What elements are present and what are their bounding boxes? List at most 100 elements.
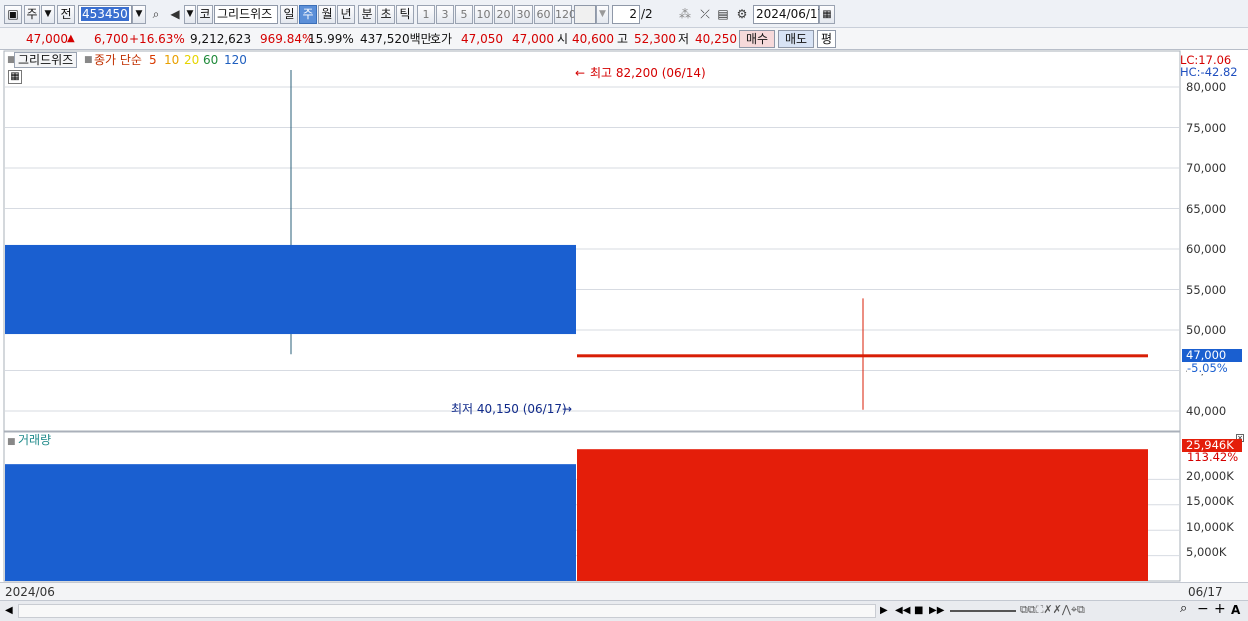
y-tick-60000: 60,000: [1186, 242, 1227, 256]
bottom-toolbar: ◀ ▶ ◀◀ ■ ▶▶ ⧉⧉⛶✗✗⋀⌖⧉ ⌕ − + A: [0, 600, 1248, 621]
volume-value: 9,212,623: [190, 32, 252, 46]
code-value: 453450: [81, 7, 129, 21]
stop-icon[interactable]: ■: [914, 604, 923, 618]
sell-button[interactable]: 매도: [778, 30, 814, 48]
quote-bar: 47,000 ▲ 6,700 +16.63% 9,212,623 969.84%…: [0, 28, 1248, 50]
period-minute-button[interactable]: 분: [358, 5, 376, 24]
vol-tick-15000k: 15,000K: [1186, 494, 1234, 508]
volume-bar: [5, 464, 576, 581]
vol-tick-5000k: 5,000K: [1186, 545, 1227, 559]
horizontal-scrollbar[interactable]: [18, 604, 876, 618]
low-price: 40,250: [695, 32, 737, 46]
zoom-in-icon[interactable]: +: [1214, 602, 1226, 616]
y-tick-80000: 80,000: [1186, 80, 1227, 94]
code-input[interactable]: 453450: [78, 5, 132, 24]
interval-20-button[interactable]: 20: [494, 5, 513, 24]
low-label: 저: [678, 32, 690, 46]
search-icon[interactable]: ⌕: [147, 5, 165, 24]
current-volume-pct: 113.42%: [1187, 450, 1239, 464]
date-axis-left: 2024/06: [5, 585, 55, 599]
ma-bullet-icon: ■: [84, 55, 93, 65]
y-tick-55000: 55,000: [1186, 283, 1227, 297]
eval-button[interactable]: 평: [817, 30, 836, 48]
price-legend-name[interactable]: 그리드위즈: [14, 52, 78, 68]
price-change: 6,700: [94, 32, 129, 46]
interval-60-button[interactable]: 60: [534, 5, 553, 24]
open-price: 40,600: [572, 32, 614, 46]
ma-10: 10: [164, 53, 180, 67]
scroll-right-icon[interactable]: ▶: [880, 604, 888, 618]
hc-value: HC:-42.82: [1180, 65, 1238, 79]
calendar-icon[interactable]: ▦: [819, 5, 835, 24]
speaker-icon[interactable]: ◀: [166, 5, 184, 24]
min-arrow-icon: →: [562, 402, 573, 416]
period-second-button[interactable]: 초: [377, 5, 395, 24]
drawing-tools-icon[interactable]: ⧉⧉⛶✗✗⋀⌖⧉: [1020, 603, 1085, 617]
y-tick-50000: 50,000: [1186, 323, 1227, 337]
ask-label: 호가: [430, 32, 453, 46]
prev-button[interactable]: 전: [57, 5, 75, 24]
buy-button[interactable]: 매수: [739, 30, 775, 48]
y-tick-65000: 65,000: [1186, 202, 1227, 216]
zoom-out-icon[interactable]: −: [1197, 602, 1209, 616]
volume-bar: [577, 449, 1148, 581]
table-toggle-icon[interactable]: ▦: [8, 70, 22, 84]
save-icon[interactable]: ▤: [714, 5, 732, 24]
interval-custom-input[interactable]: [574, 5, 596, 24]
period-year-button[interactable]: 년: [337, 5, 355, 24]
rewind-icon[interactable]: ◀◀: [895, 604, 910, 618]
ask-price: 47,050: [461, 32, 503, 46]
volume-legend-name[interactable]: 거래량: [18, 433, 51, 447]
page-total: /2: [641, 7, 653, 21]
interval-120-button[interactable]: 120: [554, 5, 576, 24]
interval-1-button[interactable]: 1: [417, 5, 435, 24]
grid-tool-icon[interactable]: ⁂: [676, 5, 694, 24]
gear-icon[interactable]: ⚙: [733, 5, 751, 24]
crosshair-icon[interactable]: ⤫: [696, 5, 714, 24]
max-note: 최고 82,200 (06/14): [590, 66, 706, 80]
stock-name-field[interactable]: 그리드위즈: [214, 5, 278, 24]
date-input[interactable]: 2024/06/17: [753, 5, 825, 24]
bid-price: 47,000: [512, 32, 554, 46]
ma-120: 120: [224, 53, 247, 67]
main-toolbar: ▣ 주 ▼ 전 453450 ▼ ⌕ ◀ ▼ 코 그리드위즈 일 주 월 년 분…: [0, 0, 1248, 28]
interval-3-button[interactable]: 3: [436, 5, 454, 24]
price-panel-frame: [3, 50, 1181, 432]
interval-5-button[interactable]: 5: [455, 5, 473, 24]
ma-20: 20: [184, 53, 200, 67]
market-dropdown-icon[interactable]: ▼: [41, 5, 55, 24]
scroll-left-icon[interactable]: ◀: [5, 604, 13, 618]
code-type-button[interactable]: 코: [197, 5, 213, 24]
turnover-rate: 15.99%: [308, 32, 354, 46]
period-week-button[interactable]: 주: [299, 5, 317, 24]
code-dropdown-icon[interactable]: ▼: [132, 5, 146, 24]
market-button[interactable]: 주: [24, 5, 40, 24]
up-arrow-icon: ▲: [67, 33, 75, 44]
y-tick-75000: 75,000: [1186, 121, 1227, 135]
text-tool-icon[interactable]: A: [1231, 603, 1240, 617]
trade-amount: 437,520백만: [360, 32, 432, 46]
period-day-button[interactable]: 일: [280, 5, 298, 24]
current-pct-marker: -5.05%: [1187, 361, 1228, 375]
ma-label[interactable]: 종가 단순: [94, 53, 142, 67]
open-label: 시: [557, 32, 569, 46]
page-input[interactable]: 2: [612, 5, 640, 24]
zoom-search-icon[interactable]: ⌕: [1180, 602, 1187, 616]
period-tick-button[interactable]: 틱: [396, 5, 414, 24]
high-price: 52,300: [634, 32, 676, 46]
min-note: 최저 40,150 (06/17): [451, 402, 567, 416]
window-icon[interactable]: ▣: [4, 5, 22, 24]
date-axis-bar: 2024/06 06/17: [0, 582, 1248, 600]
y-tick-40000: 40,000: [1186, 404, 1227, 418]
interval-10-button[interactable]: 10: [474, 5, 493, 24]
fast-forward-icon[interactable]: ▶▶: [929, 604, 944, 618]
vol-tick-20000k: 20,000K: [1186, 469, 1234, 483]
zoom-slider[interactable]: [950, 610, 1016, 612]
ma-60: 60: [203, 53, 219, 67]
period-month-button[interactable]: 월: [318, 5, 336, 24]
ma-5: 5: [149, 53, 157, 67]
date-axis-right: 06/17: [1188, 585, 1223, 599]
speaker-dropdown-icon[interactable]: ▼: [184, 5, 196, 24]
interval-dropdown-icon[interactable]: ▼: [596, 5, 609, 24]
interval-30-button[interactable]: 30: [514, 5, 533, 24]
